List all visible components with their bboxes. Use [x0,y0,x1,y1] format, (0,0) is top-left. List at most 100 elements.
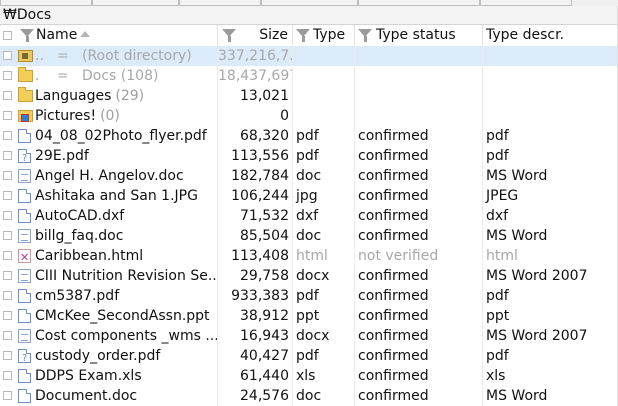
file-name: custody_order.pdf [35,348,161,364]
file-row[interactable]: AutoCAD.dxf 71,532 dxf confirmed dxf [0,206,618,226]
folder-count: (0) [100,108,120,124]
type-status-cell: confirmed [355,146,483,166]
pictures-folder-icon [18,110,33,122]
select-all-checkbox[interactable] [3,31,12,40]
root-directory-row[interactable]: .. = (Root directory) 337,216,7... [0,46,618,66]
file-row[interactable]: Caribbean.html113,408htmlnot verifiedhtm… [0,246,618,266]
column-type-descr-label: Type descr. [486,27,565,43]
size-cell: 68,320 [218,126,293,146]
column-header-type-descr[interactable]: Type descr. [483,25,618,46]
column-header-size[interactable]: Size [218,25,293,46]
filter-icon[interactable] [296,29,310,42]
file-row[interactable]: custody_order.pdf40,427pdfconfirmedpdf [0,346,618,366]
row-checkbox[interactable] [3,91,12,100]
type-status-cell [355,66,483,86]
equals-sign: = [57,68,69,84]
type-descr-cell [483,46,618,66]
row-checkbox[interactable] [3,171,12,180]
file-row[interactable]: Ashitaka and San 1.JPG 106,244 jpg confirme… [0,186,618,206]
folder-row[interactable]: Pictures! (0) 0 [0,106,618,126]
file-row[interactable]: billg_faq.doc 85,504 doc confirmed MS Word [0,226,618,246]
file-name: AutoCAD.dxf [35,208,125,224]
type-status-cell: confirmed [355,206,483,226]
pdf-unknown-icon [18,149,31,166]
row-checkbox[interactable] [3,151,12,160]
file-row[interactable]: Cost components _wms ... 16,943 docx confir… [0,326,618,346]
file-name: DDPS Exam.xls [35,368,142,384]
file-row[interactable]: 29E.pdf113,556pdfconfirmedpdf [0,146,618,166]
size-cell: 337,216,7... [218,46,293,66]
current-directory-label: Docs (108) [82,68,159,84]
row-checkbox[interactable] [3,351,12,360]
row-checkbox[interactable] [3,331,12,340]
file-icon [18,389,31,403]
type-descr-cell: pdf [486,128,509,144]
filter-icon[interactable] [358,29,372,42]
type-descr-cell: MS Word 2007 [486,328,588,344]
folder-icon [18,67,33,82]
file-row[interactable]: cm5387.pdf 933,383 pdf confirmed pdf [0,286,618,306]
type-status-cell: confirmed [355,346,483,366]
name-cell: Ashitaka and San 1.JPG [17,186,218,206]
row-checkbox[interactable] [3,251,12,260]
filter-icon[interactable] [222,29,236,42]
type-cell: xls [293,366,355,386]
type-cell: pdf [293,146,355,166]
name-cell: .. = (Root directory) [17,46,218,66]
file-name: CMcKee_SecondAssn.ppt [35,308,210,324]
type-status-cell: not verified [355,246,483,266]
name-cell: Pictures! (0) [17,106,218,126]
folder-icon [18,87,33,102]
name-cell: Caribbean.html [17,246,218,266]
row-checkbox[interactable] [3,291,12,300]
row-checkbox[interactable] [3,391,12,400]
root-folder-icon [18,50,33,62]
name-cell: AutoCAD.dxf [17,206,218,226]
doc-icon [18,269,31,283]
row-checkbox[interactable] [3,191,12,200]
column-header-name[interactable]: Name [0,25,218,46]
folder-row[interactable]: Languages (29) 13,021 [0,86,618,106]
row-checkbox[interactable] [3,271,12,280]
type-cell [293,86,355,106]
row-checkbox[interactable] [3,51,12,60]
equals-sign: = [57,48,69,64]
size-cell: 182,784 [218,166,293,186]
type-descr-cell: MS Word [486,168,548,184]
size-cell: 40,427 [218,346,293,366]
file-name: Cost components _wms ... [35,328,218,344]
row-checkbox[interactable] [3,371,12,380]
name-cell: Languages (29) [17,86,218,106]
row-checkbox[interactable] [3,71,12,80]
column-size-label: Size [259,27,288,43]
type-status-cell [355,106,483,126]
row-checkbox[interactable] [3,131,12,140]
row-checkbox[interactable] [3,111,12,120]
row-checkbox[interactable] [3,231,12,240]
file-row[interactable]: Document.doc 24,576 doc confirmed MS Word [0,386,618,406]
type-descr-cell: html [486,248,518,264]
type-descr-cell: ppt [486,308,510,324]
type-descr-cell: xls [486,368,506,384]
type-cell: docx [293,326,355,346]
file-row[interactable]: CIII Nutrition Revision Se... 29,758 docx c… [0,266,618,286]
name-cell: CMcKee_SecondAssn.ppt [17,306,218,326]
file-row[interactable]: DDPS Exam.xls 61,440 xls confirmed xls [0,366,618,386]
type-cell [293,66,355,86]
file-icon [18,289,31,303]
file-row[interactable]: CMcKee_SecondAssn.ppt 38,912 ppt confirmed p… [0,306,618,326]
file-row[interactable]: 04_08_02Photo_flyer.pdf 68,320 pdf confirme… [0,126,618,146]
type-descr-cell: pdf [486,288,509,304]
current-directory-row[interactable]: . = Docs (108) 18,437,697 [0,66,618,86]
name-cell: Document.doc [17,386,218,406]
file-row[interactable]: Angel H. Angelov.doc 182,784 doc confirmed M… [0,166,618,186]
row-checkbox[interactable] [3,211,12,220]
name-cell: Cost components _wms ... [17,326,218,346]
column-header-type-status[interactable]: Type status [355,25,483,46]
row-checkbox[interactable] [3,311,12,320]
filter-icon[interactable] [20,29,34,42]
size-cell: 24,576 [218,386,293,406]
column-header-type[interactable]: Type [293,25,355,46]
doc-icon [18,169,31,183]
type-status-cell: confirmed [355,186,483,206]
